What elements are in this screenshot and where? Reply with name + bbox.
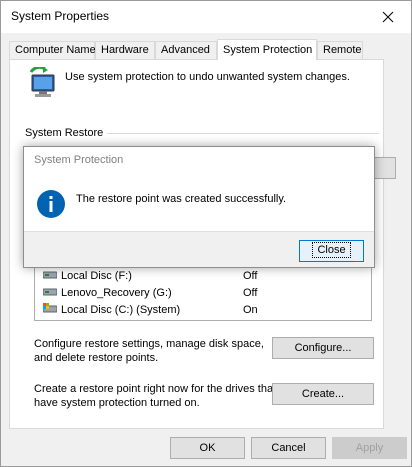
dialog-title: System Protection — [34, 154, 124, 166]
configure-text-line: and delete restore points. — [34, 352, 159, 364]
tab-system-protection[interactable]: System Protection — [217, 39, 317, 60]
section-divider — [107, 133, 379, 134]
dialog-close-label: Close — [312, 242, 351, 258]
list-item[interactable]: Local Disc (C:) (System) On — [42, 302, 258, 318]
dialog-footer: Close — [24, 231, 374, 267]
drive-icon — [42, 285, 58, 301]
intro-text: Use system protection to undo unwanted s… — [65, 71, 350, 83]
system-restore-label: System Restore — [25, 127, 104, 139]
drive-name: Local Disc (F:) — [61, 270, 132, 282]
restore-point-created-dialog: System Protection The restore point was … — [23, 146, 375, 268]
configure-button[interactable]: Configure... — [272, 337, 374, 359]
close-icon[interactable] — [365, 1, 411, 32]
tab-advanced[interactable]: Advanced — [155, 41, 217, 59]
dialog-body: The restore point was created successful… — [24, 177, 374, 231]
list-item[interactable]: Lenovo_Recovery (G:) Off — [42, 285, 257, 301]
dialog-close-button[interactable]: Close — [299, 240, 364, 262]
tab-hardware[interactable]: Hardware — [95, 41, 155, 59]
apply-button[interactable]: Apply — [332, 437, 407, 459]
tab-remote[interactable]: Remote — [317, 41, 363, 59]
configure-text-line: Configure restore settings, manage disk … — [34, 338, 264, 350]
configure-description: Configure restore settings, manage disk … — [34, 337, 264, 365]
create-description: Create a restore point right now for the… — [34, 382, 276, 410]
tab-computer-name[interactable]: Computer Name — [9, 41, 96, 59]
drive-name: Local Disc (C:) (System) — [61, 304, 181, 316]
drive-name: Lenovo_Recovery (G:) — [61, 287, 172, 299]
system-restore-button[interactable] — [372, 157, 396, 179]
cancel-button[interactable]: Cancel — [251, 437, 326, 459]
create-text-line: have system protection turned on. — [34, 397, 200, 409]
ok-button[interactable]: OK — [170, 437, 245, 459]
system-protection-icon — [27, 65, 59, 104]
create-text-line: Create a restore point right now for the… — [34, 383, 277, 395]
drive-status: On — [243, 304, 258, 316]
info-icon — [36, 189, 66, 222]
drive-status: Off — [243, 287, 258, 299]
dialog-message: The restore point was created successful… — [76, 193, 287, 205]
system-properties-window: System Properties Computer Name Hardware… — [0, 0, 412, 467]
window-title: System Properties — [11, 9, 110, 23]
system-drive-icon — [42, 302, 58, 318]
title-bar[interactable]: System Properties — [1, 1, 411, 33]
drive-protection-list[interactable]: Local Disc (F:) Off Lenovo_Recovery (G:)… — [34, 263, 372, 321]
create-button[interactable]: Create... — [272, 383, 374, 405]
drive-status: Off — [243, 270, 258, 282]
list-item[interactable]: Local Disc (F:) Off — [42, 268, 257, 284]
drive-icon — [42, 268, 58, 284]
